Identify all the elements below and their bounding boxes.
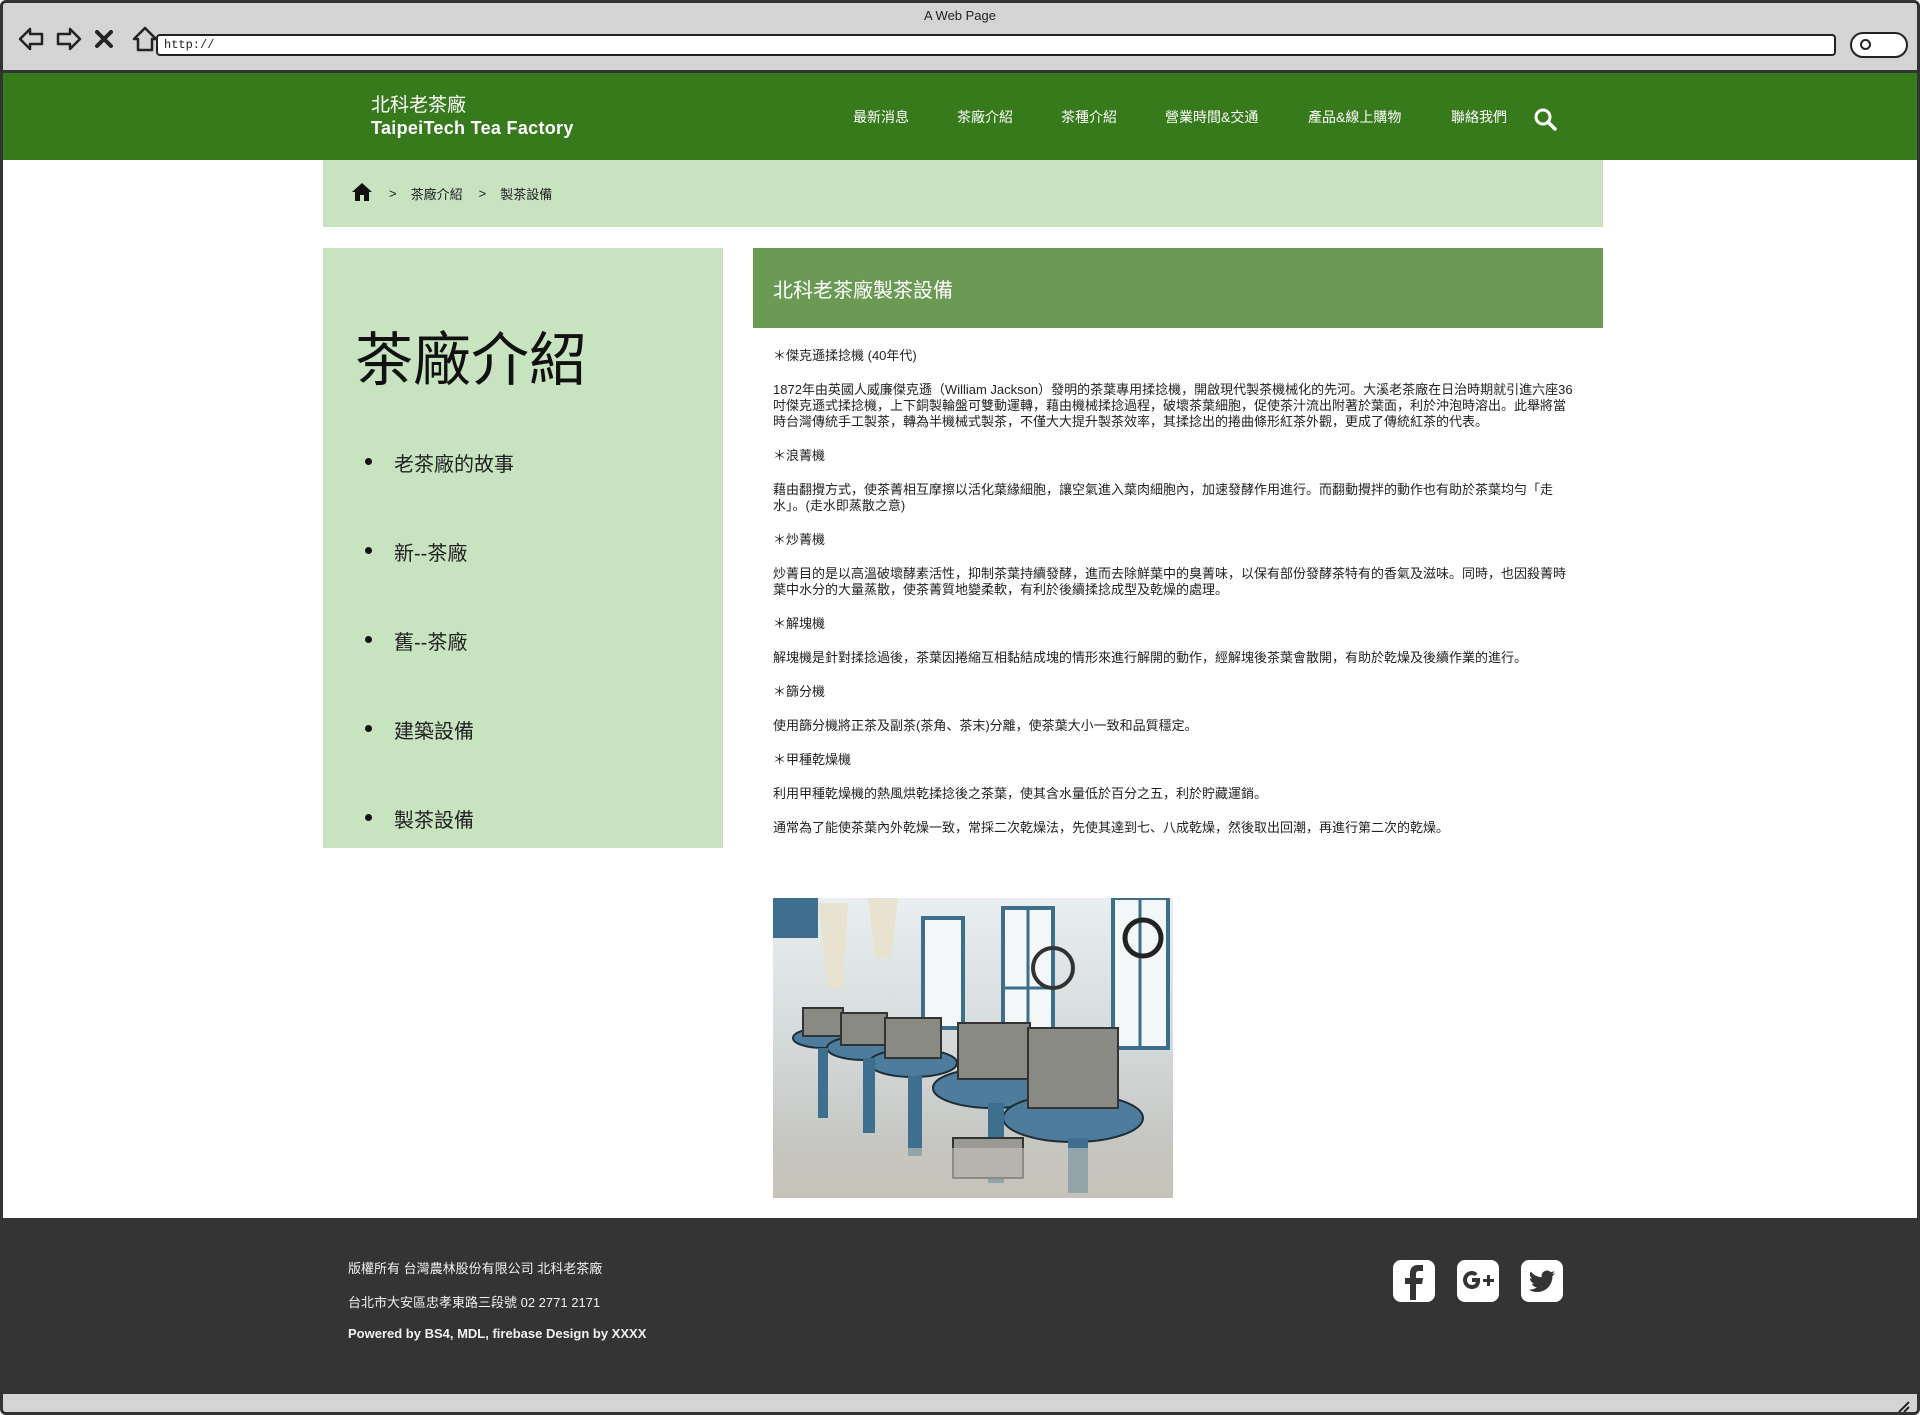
breadcrumb-item-factory[interactable]: 茶廠介紹 xyxy=(411,184,463,203)
equipment-section: ＊解塊機 解塊機是針對揉捻過後，茶葉因捲縮互相黏結成塊的情形來進行解開的動作，經… xyxy=(773,616,1573,666)
equipment-section: ＊篩分機 使用篩分機將正茶及副茶(茶角、茶末)分離，使茶葉大小一致和品質穩定。 xyxy=(773,684,1573,734)
bullet-icon xyxy=(365,636,372,643)
equipment-section: ＊傑克遜揉捻機 (40年代) 1872年由英國人威廉傑克遜（William Ja… xyxy=(773,348,1573,430)
section-title: ＊甲種乾燥機 xyxy=(773,752,852,767)
home-icon[interactable] xyxy=(131,25,159,53)
section-text: 使用篩分機將正茶及副茶(茶角、茶末)分離，使茶葉大小一致和品質穩定。 xyxy=(773,718,1198,733)
breadcrumb-separator: > xyxy=(389,186,397,201)
bullet-icon xyxy=(365,814,372,821)
sidebar-item-new-factory[interactable]: 新--茶廠 xyxy=(365,537,514,626)
sidebar-item-label: 老茶廠的故事 xyxy=(394,454,514,476)
search-icon xyxy=(1860,39,1871,50)
home-icon[interactable] xyxy=(351,182,373,205)
browser-window: A Web Page http:// 北科老茶廠 TaipeiTech Tea … xyxy=(0,0,1920,1415)
content-body: ＊傑克遜揉捻機 (40年代) 1872年由英國人威廉傑克遜（William Ja… xyxy=(773,348,1573,854)
brand-name-en: TaipeiTech Tea Factory xyxy=(371,118,574,138)
site-footer: 版權所有 台灣農林股份有限公司 北科老茶廠 台北市大安區忠孝東路三段號 02 2… xyxy=(3,1218,1917,1391)
equipment-section: ＊炒菁機 炒菁目的是以高溫破壞酵素活性，抑制茶葉持續發酵，進而去除鮮葉中的臭菁味… xyxy=(773,532,1573,598)
section-text: 藉由翻攪方式，使茶菁相互摩擦以活化葉緣細胞，讓空氣進入葉肉細胞內，加速發酵作用進… xyxy=(773,482,1554,513)
facebook-icon[interactable] xyxy=(1393,1260,1435,1302)
section-text: 炒菁目的是以高溫破壞酵素活性，抑制茶葉持續發酵，進而去除鮮葉中的臭菁味，以保有部… xyxy=(773,566,1567,597)
sidebar-item-story[interactable]: 老茶廠的故事 xyxy=(365,448,514,537)
breadcrumb-separator: > xyxy=(478,186,487,201)
twitter-icon[interactable] xyxy=(1521,1260,1563,1302)
browser-search-button[interactable] xyxy=(1850,32,1908,58)
section-title: ＊篩分機 xyxy=(773,684,826,699)
sidebar-item-old-factory[interactable]: 舊--茶廠 xyxy=(365,626,514,715)
forward-icon[interactable] xyxy=(55,25,83,53)
sidebar-item-buildings[interactable]: 建築設備 xyxy=(365,715,514,804)
nav-item-contact[interactable]: 聯絡我們 xyxy=(1451,107,1531,127)
nav-item-hours-transport[interactable]: 營業時間&交通 xyxy=(1165,107,1308,127)
resize-grip-icon[interactable] xyxy=(1895,1398,1911,1414)
brand-name-zh: 北科老茶廠 xyxy=(371,95,467,116)
sidebar-item-label: 舊--茶廠 xyxy=(394,632,468,654)
bullet-icon xyxy=(365,547,372,554)
stop-icon[interactable] xyxy=(93,25,121,53)
sidebar-item-equipment[interactable]: 製茶設備 xyxy=(365,804,514,893)
bullet-icon xyxy=(365,458,372,465)
section-text: 1872年由英國人威廉傑克遜（William Jackson）發明的茶葉專用揉捻… xyxy=(773,382,1573,429)
nav-item-products-shop[interactable]: 產品&線上購物 xyxy=(1308,107,1451,127)
sidebar-item-label: 製茶設備 xyxy=(394,810,474,832)
browser-status-bar xyxy=(3,1391,1917,1414)
sidebar-title: 茶廠介紹 xyxy=(355,326,588,394)
breadcrumb-item-equipment[interactable]: 製茶設備 xyxy=(500,184,552,203)
back-icon[interactable] xyxy=(17,25,45,53)
social-links xyxy=(1393,1260,1563,1302)
footer-copyright: 版權所有 台灣農林股份有限公司 北科老茶廠 xyxy=(348,1261,603,1276)
breadcrumb: > 茶廠介紹 > 製茶設備 xyxy=(323,160,1603,227)
footer-credits: Powered by BS4, MDL, firebase Design by … xyxy=(348,1326,647,1341)
site-header: 北科老茶廠 TaipeiTech Tea Factory 最新消息 茶廠介紹 茶… xyxy=(3,73,1917,160)
nav-item-factory[interactable]: 茶廠介紹 xyxy=(957,107,1061,127)
section-title: ＊傑克遜揉捻機 (40年代) xyxy=(773,348,917,363)
nav-item-tea-types[interactable]: 茶種介紹 xyxy=(1061,107,1165,127)
section-text: 解塊機是針對揉捻過後，茶葉因捲縮互相黏結成塊的情形來進行解開的動作，經解塊後茶葉… xyxy=(773,650,1528,665)
section-title: ＊解塊機 xyxy=(773,616,826,631)
url-input[interactable]: http:// xyxy=(156,34,1836,56)
content-heading: 北科老茶廠製茶設備 xyxy=(753,248,1603,328)
sidebar-item-label: 建築設備 xyxy=(394,721,474,743)
browser-toolbar: A Web Page http:// xyxy=(3,3,1917,73)
footer-address: 台北市大安區忠孝東路三段號 02 2771 2171 xyxy=(348,1295,601,1310)
site-brand[interactable]: 北科老茶廠 TaipeiTech Tea Factory xyxy=(371,95,574,139)
section-text: 利用甲種乾燥機的熱風烘乾揉捻後之茶葉，使其含水量低於百分之五，利於貯藏運銷。 xyxy=(773,786,1268,801)
sidebar: 茶廠介紹 老茶廠的故事 新--茶廠 舊--茶廠 建築設備 製茶設備 xyxy=(323,248,723,848)
window-title: A Web Page xyxy=(923,8,997,23)
equipment-section: ＊甲種乾燥機 利用甲種乾燥機的熱風烘乾揉捻後之茶葉，使其含水量低於百分之五，利於… xyxy=(773,752,1573,802)
main-nav: 最新消息 茶廠介紹 茶種介紹 營業時間&交通 產品&線上購物 聯絡我們 xyxy=(853,107,1531,127)
sidebar-item-label: 新--茶廠 xyxy=(394,543,468,565)
section-title: ＊浪菁機 xyxy=(773,448,826,463)
nav-item-news[interactable]: 最新消息 xyxy=(853,107,957,127)
search-icon xyxy=(1534,108,1557,131)
section-title: ＊炒菁機 xyxy=(773,532,826,547)
google-plus-icon[interactable] xyxy=(1457,1260,1499,1302)
equipment-section: ＊浪菁機 藉由翻攪方式，使茶菁相互摩擦以活化葉緣細胞，讓空氣進入葉肉細胞內，加速… xyxy=(773,448,1573,514)
bullet-icon xyxy=(365,725,372,732)
closing-text: 通常為了能使茶葉內外乾燥一致，常採二次乾燥法，先使其達到七、八成乾燥，然後取出回… xyxy=(773,820,1450,835)
sidebar-menu: 老茶廠的故事 新--茶廠 舊--茶廠 建築設備 製茶設備 xyxy=(365,448,514,893)
equipment-photo xyxy=(773,898,1173,1198)
site-search-button[interactable] xyxy=(1533,107,1557,136)
